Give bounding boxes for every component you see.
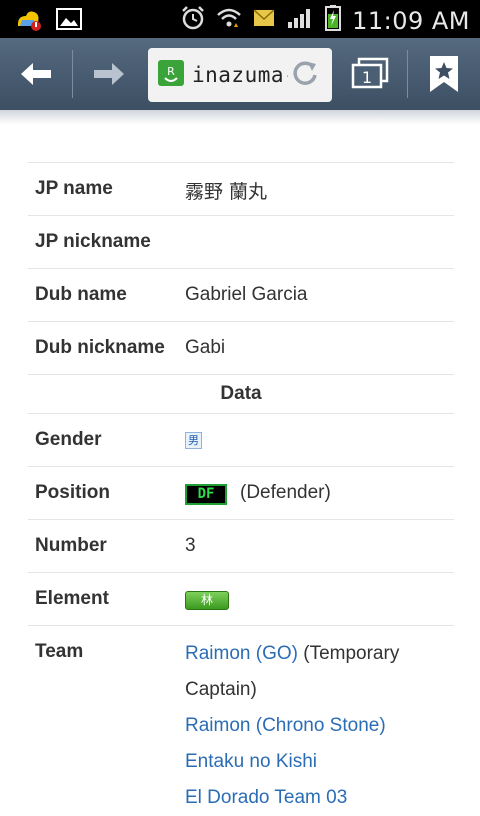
url-text: inazuma-	[192, 63, 288, 87]
bookmark-star-icon	[430, 56, 458, 92]
team-note: (Temporary	[297, 643, 400, 664]
position-label: Position	[35, 482, 110, 503]
row-label: JP name	[35, 178, 113, 199]
table-row: Position DF (Defender)	[28, 466, 454, 519]
row-value: Gabi	[185, 337, 226, 358]
row-value: Gabriel Garcia	[185, 284, 308, 305]
wifi-icon	[216, 5, 242, 36]
row-value: 霧野 蘭丸	[185, 181, 268, 203]
bookmarks-button[interactable]	[408, 38, 480, 110]
character-info-table: JP name 霧野 蘭丸 JP nickname Dub name Gabri…	[28, 162, 454, 816]
row-label: JP nickname	[35, 231, 151, 252]
position-text: (Defender)	[240, 482, 331, 503]
gallery-icon	[56, 8, 82, 35]
team-list: Raimon (GO) (Temporary Captain) Raimon (…	[185, 636, 399, 816]
table-row: JP name 霧野 蘭丸	[28, 162, 454, 215]
tabs-icon: 1	[351, 57, 389, 89]
team-label: Team	[35, 641, 84, 662]
browser-toolbar: R inazuma- 1	[0, 38, 480, 110]
table-row: JP nickname	[28, 215, 454, 268]
section-header: Data	[220, 383, 262, 404]
team-note-cont: Captain)	[185, 679, 257, 700]
section-header-row: Data	[28, 374, 454, 413]
table-row: Dub name Gabriel Garcia	[28, 268, 454, 321]
forward-arrow-icon	[94, 63, 124, 85]
team-link-raimon-chrono-stone[interactable]: Raimon (Chrono Stone)	[185, 715, 386, 736]
message-icon	[252, 6, 276, 35]
team-link-el-dorado-team-03[interactable]: El Dorado Team 03	[185, 787, 347, 808]
table-row: Team Raimon (GO) (Temporary Captain) Rai…	[28, 625, 454, 816]
team-link-entaku-no-kishi[interactable]: Entaku no Kishi	[185, 751, 317, 772]
element-label: Element	[35, 588, 109, 609]
table-row: Dub nickname Gabi	[28, 321, 454, 374]
reload-icon[interactable]	[290, 58, 320, 93]
element-wood-badge: 林	[185, 591, 229, 610]
row-label: Dub nickname	[35, 337, 165, 358]
tab-count: 1	[362, 68, 372, 87]
number-value: 3	[185, 535, 196, 556]
signal-icon	[286, 6, 314, 35]
svg-text:R: R	[167, 65, 175, 78]
tabs-button[interactable]: 1	[334, 38, 406, 110]
site-favicon: R	[158, 59, 184, 91]
table-row: Element 林	[28, 572, 454, 625]
team-link-raimon-go[interactable]: Raimon (GO)	[185, 643, 298, 664]
position-badge: DF	[185, 484, 227, 505]
url-bar[interactable]: R inazuma-	[148, 48, 332, 102]
back-arrow-icon	[21, 63, 51, 85]
male-gender-icon: 男	[185, 432, 202, 449]
table-row: Gender 男	[28, 413, 454, 466]
weather-alert-icon	[14, 6, 42, 37]
forward-button[interactable]	[73, 38, 145, 110]
alarm-icon	[180, 5, 206, 36]
table-row: Number 3	[28, 519, 454, 572]
gender-label: Gender	[35, 429, 102, 450]
battery-charging-icon	[324, 4, 342, 37]
status-bar: 11:09 AM	[0, 0, 480, 38]
number-label: Number	[35, 535, 107, 556]
back-button[interactable]	[0, 38, 72, 110]
clock-time: 11:09 AM	[352, 6, 470, 35]
row-label: Dub name	[35, 284, 127, 305]
